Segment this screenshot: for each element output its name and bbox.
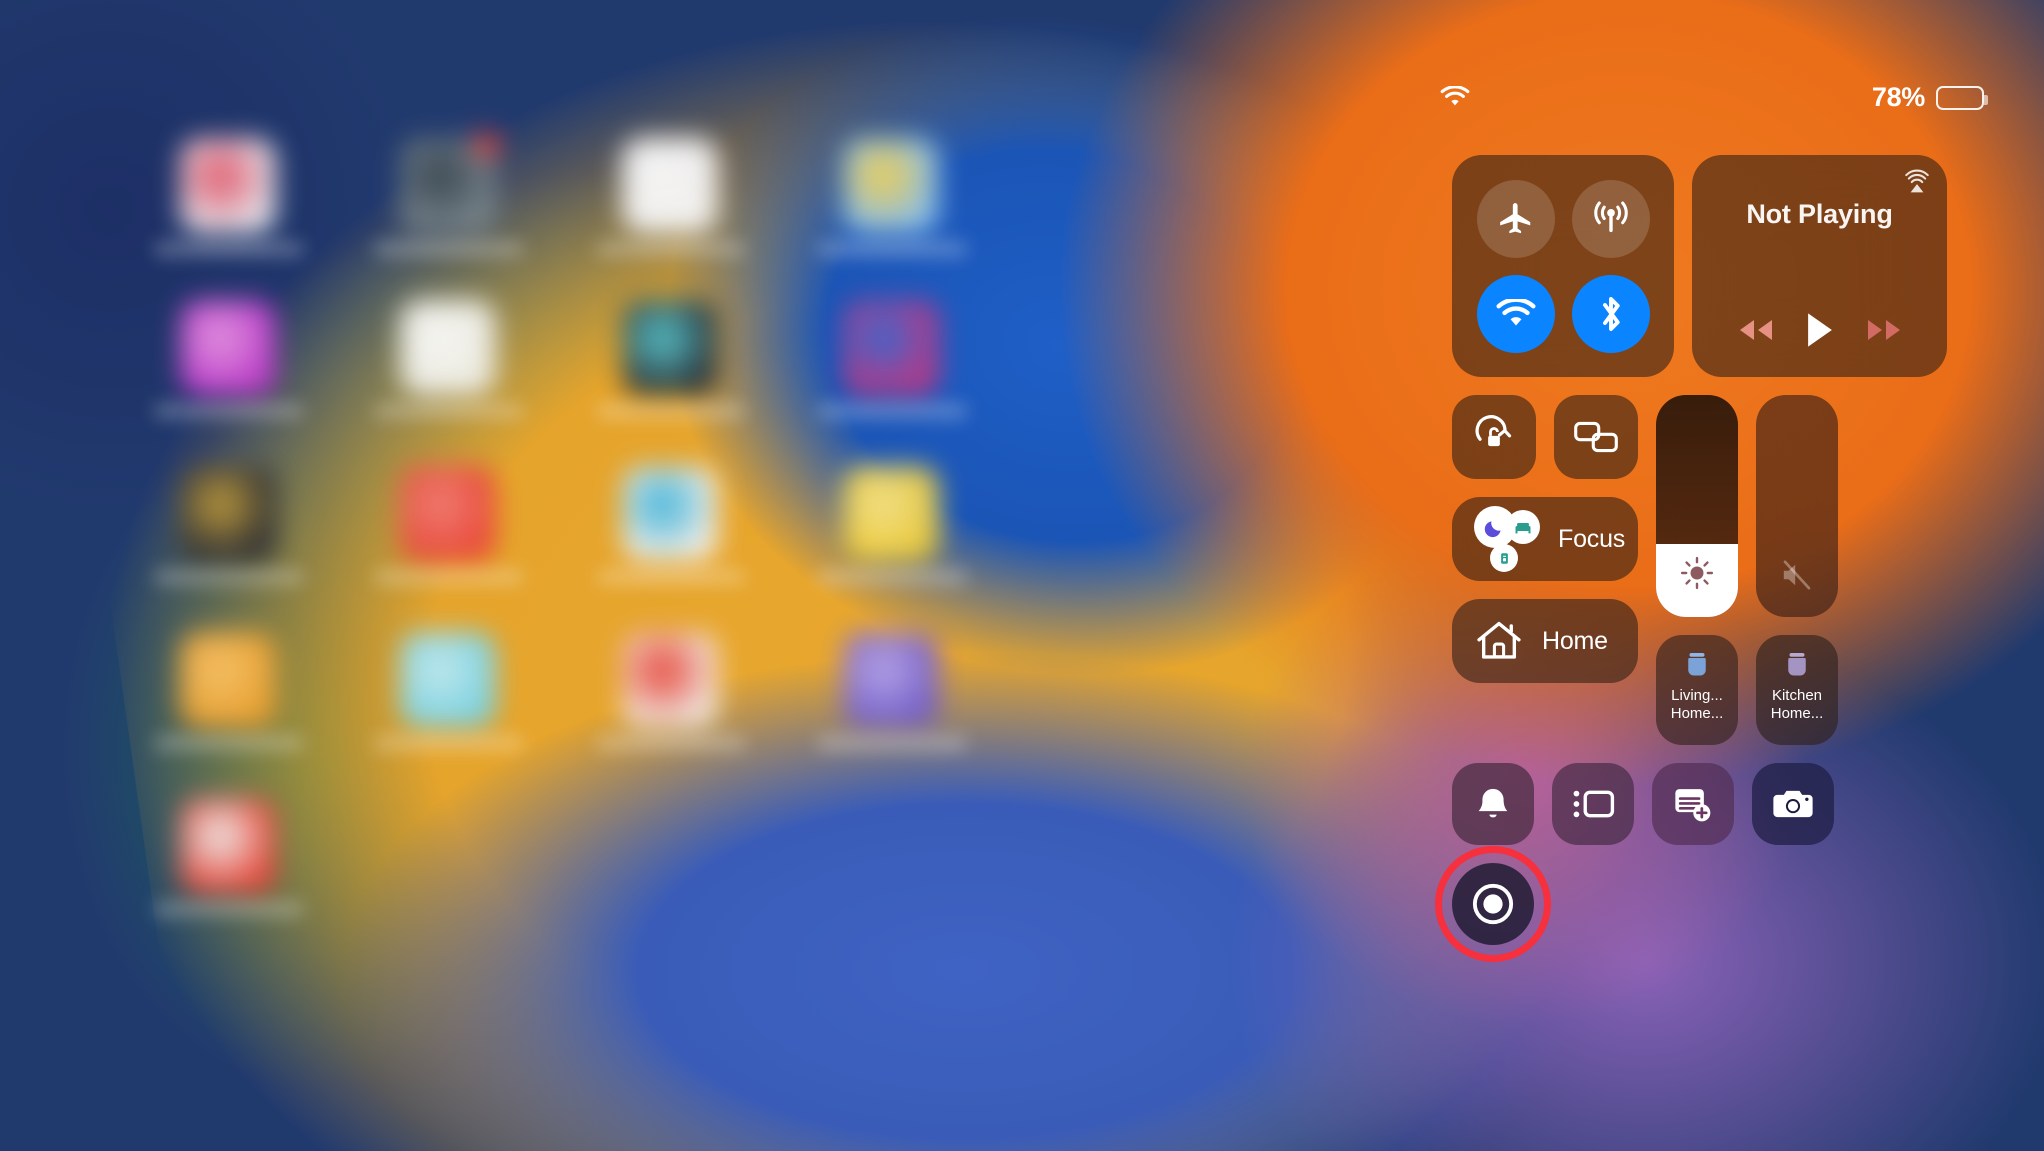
accessory-living-room[interactable]: Living... Home... <box>1656 635 1738 745</box>
wifi-button[interactable] <box>1476 274 1555 353</box>
app-icon <box>622 632 718 728</box>
app-icon-label <box>596 404 746 418</box>
app-icon <box>180 138 276 234</box>
app-icon <box>400 132 500 234</box>
app-icon-label <box>817 404 967 418</box>
app-icon <box>180 466 276 562</box>
app-icon <box>180 632 276 728</box>
app-icon-label <box>154 242 304 256</box>
app-icon-label <box>154 570 304 584</box>
app-icon-label <box>596 242 746 256</box>
house-icon <box>1474 618 1526 664</box>
control-center-row-1: Not Playing <box>1452 155 1947 377</box>
media-module[interactable]: Not Playing <box>1692 155 1947 377</box>
airplane-mode-button[interactable] <box>1476 179 1555 258</box>
app-icon-label <box>374 736 524 750</box>
control-center: Not Playing Focus Home Living... Home...… <box>1435 155 1947 962</box>
cellular-data-button[interactable] <box>1571 179 1650 258</box>
battery-icon <box>1936 85 1988 110</box>
rotation-lock-button[interactable] <box>1452 395 1536 479</box>
toggle-row <box>1452 395 1638 479</box>
app-icon-label <box>817 242 967 256</box>
battery-status: 78% <box>1871 82 1988 112</box>
screen-record-container <box>1435 846 1551 962</box>
media-title: Not Playing <box>1746 199 1893 229</box>
screen-mirroring-button[interactable] <box>1554 395 1638 479</box>
app-icon-label <box>374 242 524 256</box>
app-icon-label <box>154 404 304 418</box>
app-icon <box>622 300 718 396</box>
homepod-icon <box>1682 649 1712 679</box>
home-label: Home <box>1542 626 1608 655</box>
status-bar: 78% <box>0 0 2044 120</box>
volume-slider[interactable] <box>1756 395 1838 617</box>
camera-button[interactable] <box>1752 763 1834 845</box>
play-icon[interactable] <box>1803 311 1837 349</box>
quick-note-button[interactable] <box>1652 763 1734 845</box>
battery-nub <box>1984 94 1988 105</box>
app-icon <box>400 632 496 728</box>
rewind-icon[interactable] <box>1736 317 1776 343</box>
battery-percent-label: 78% <box>1871 82 1925 112</box>
fast-forward-icon[interactable] <box>1864 317 1904 343</box>
app-icon-label <box>596 570 746 584</box>
focus-tile[interactable]: Focus <box>1452 497 1638 581</box>
text-size-button[interactable] <box>1552 763 1634 845</box>
brightness-sun-icon <box>1656 555 1738 591</box>
app-icon-label <box>154 902 304 916</box>
app-icon-label <box>596 736 746 750</box>
brightness-slider[interactable] <box>1656 395 1738 617</box>
focus-badges <box>1474 504 1542 574</box>
homepod-icon <box>1782 649 1812 679</box>
app-icon-label <box>374 570 524 584</box>
ipad-screen: 78% Not Playing Focus Home Living... Hom… <box>0 0 2044 1151</box>
app-icon <box>180 300 276 396</box>
accessory-kitchen[interactable]: Kitchen Home... <box>1756 635 1838 745</box>
brightness-column: Living... Home... <box>1656 395 1738 745</box>
alarm-button[interactable] <box>1452 763 1534 845</box>
app-icon <box>843 466 939 562</box>
bed-icon <box>1506 510 1540 544</box>
app-icon <box>400 300 496 396</box>
app-icon-label <box>817 736 967 750</box>
home-tile[interactable]: Home <box>1452 599 1638 683</box>
screen-record-button[interactable] <box>1452 863 1534 945</box>
bluetooth-button[interactable] <box>1571 274 1650 353</box>
app-icon <box>843 138 939 234</box>
app-icon-label <box>154 736 304 750</box>
book-icon <box>1490 544 1518 572</box>
app-icon-label <box>374 404 524 418</box>
app-icon <box>400 466 496 562</box>
app-icon <box>180 798 276 894</box>
app-icon <box>622 466 718 562</box>
airplay-icon[interactable] <box>1903 169 1931 197</box>
app-icon-label <box>817 570 967 584</box>
app-icon <box>843 632 939 728</box>
control-center-row-2: Focus Home Living... Home... Kitchen Hom… <box>1452 395 1947 745</box>
wifi-icon <box>1440 86 1470 108</box>
media-controls <box>1712 311 1927 357</box>
connectivity-module[interactable] <box>1452 155 1674 377</box>
accessory-label: Kitchen Home... <box>1770 687 1824 723</box>
volume-column: Kitchen Home... <box>1756 395 1838 745</box>
control-center-left-column: Focus Home <box>1452 395 1638 745</box>
app-icon <box>843 300 939 396</box>
speaker-mute-icon <box>1756 559 1838 591</box>
focus-label: Focus <box>1558 524 1626 553</box>
app-icon <box>622 138 718 234</box>
control-center-row-3 <box>1452 763 1947 845</box>
accessory-label: Living... Home... <box>1670 687 1724 723</box>
